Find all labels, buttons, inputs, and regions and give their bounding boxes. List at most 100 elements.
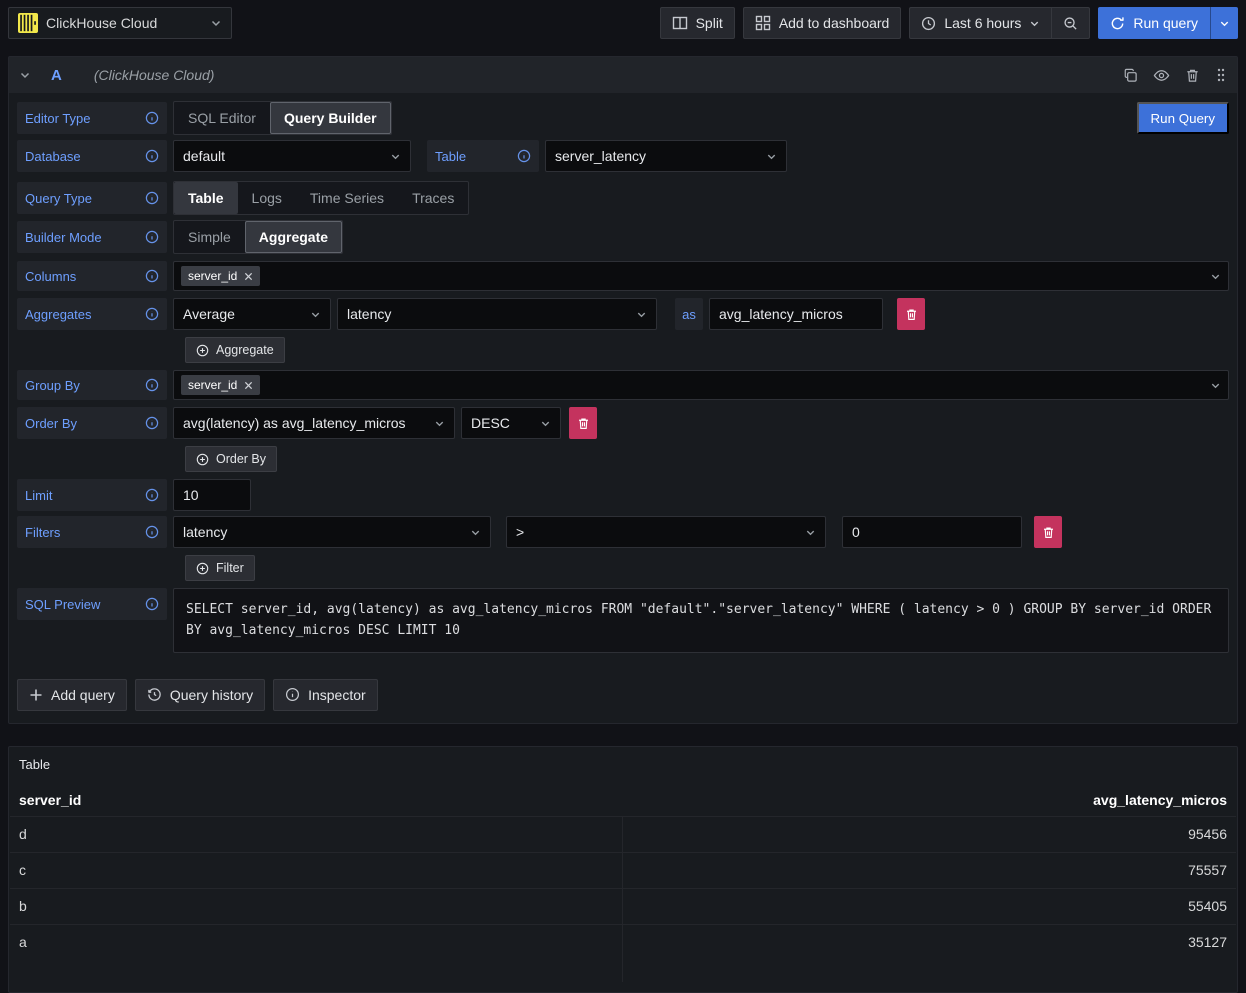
hide-query-eye-icon[interactable] [1153, 67, 1170, 84]
column-header-server-id[interactable]: server_id [10, 792, 623, 808]
info-icon [145, 597, 159, 611]
group-by-chip: server_id [181, 375, 260, 395]
query-datasource-hint: (ClickHouse Cloud) [94, 67, 215, 83]
collapse-chevron-icon[interactable] [19, 69, 31, 81]
table-label: Table [427, 140, 539, 172]
remove-query-trash-icon[interactable] [1185, 68, 1200, 83]
remove-filter-button[interactable] [1034, 516, 1062, 548]
history-icon [147, 687, 162, 702]
query-type-table[interactable]: Table [174, 182, 238, 214]
query-footer: Add query Query history Inspector [17, 679, 1229, 711]
dashboard-grid-icon [755, 15, 771, 31]
table-header-row: server_id avg_latency_micros [10, 784, 1236, 816]
query-type-label: Query Type [17, 182, 167, 214]
limit-input[interactable]: 10 [173, 479, 251, 511]
order-by-direction-select[interactable]: DESC [461, 407, 561, 439]
chevron-down-icon [390, 151, 401, 162]
filters-label: Filters [17, 516, 167, 548]
query-history-button[interactable]: Query history [135, 679, 265, 711]
aggregates-label: Aggregates [17, 298, 167, 330]
info-icon [517, 149, 531, 163]
cell-avg-latency: 75557 [623, 853, 1236, 888]
clickhouse-logo-icon [18, 13, 38, 33]
table-select[interactable]: server_latency [545, 140, 787, 172]
query-type-time-series[interactable]: Time Series [296, 182, 398, 214]
add-order-by-button[interactable]: Order By [185, 446, 277, 472]
info-icon [145, 488, 159, 502]
order-by-label: Order By [17, 407, 167, 439]
sql-preview-text: SELECT server_id, avg(latency) as avg_la… [173, 588, 1229, 653]
group-by-multiselect[interactable]: server_id [173, 370, 1229, 400]
builder-mode-simple[interactable]: Simple [174, 221, 245, 253]
filter-field-select[interactable]: latency [173, 516, 491, 548]
zoom-out-time-button[interactable] [1051, 7, 1090, 39]
trash-icon [1042, 526, 1055, 539]
time-range-label: Last 6 hours [944, 15, 1021, 31]
table-row: d 95456 [10, 816, 1236, 852]
drag-handle-icon[interactable] [1215, 67, 1227, 83]
add-to-dashboard-button[interactable]: Add to dashboard [743, 7, 902, 39]
run-query-label: Run query [1133, 15, 1198, 31]
query-type-logs[interactable]: Logs [238, 182, 296, 214]
info-icon [145, 269, 159, 283]
aggregate-function-select[interactable]: Average [173, 298, 331, 330]
query-ref-id: A [51, 67, 62, 84]
add-aggregate-button[interactable]: Aggregate [185, 337, 285, 363]
chevron-down-icon [540, 418, 551, 429]
chevron-down-icon [434, 418, 445, 429]
split-button[interactable]: Split [660, 7, 735, 39]
remove-chip-icon[interactable] [244, 272, 253, 281]
columns-multiselect[interactable]: server_id [173, 261, 1229, 291]
info-icon [145, 191, 159, 205]
add-query-button[interactable]: Add query [17, 679, 127, 711]
filter-value-input[interactable]: 0 [842, 516, 1022, 548]
sql-preview-label: SQL Preview [17, 588, 167, 620]
columns-label: Columns [17, 261, 167, 291]
editor-type-query-builder[interactable]: Query Builder [270, 102, 391, 134]
chevron-down-icon [636, 309, 647, 320]
inspector-button[interactable]: Inspector [273, 679, 378, 711]
add-filter-button[interactable]: Filter [185, 555, 255, 581]
table-row: c 75557 [10, 852, 1236, 888]
cell-server-id: d [10, 817, 623, 852]
columns-chip: server_id [181, 266, 260, 286]
query-type-radio-group: Table Logs Time Series Traces [173, 181, 469, 215]
info-icon [145, 230, 159, 244]
duplicate-query-icon[interactable] [1123, 68, 1138, 83]
zoom-out-icon [1063, 16, 1078, 31]
database-select[interactable]: default [173, 140, 411, 172]
info-icon [145, 416, 159, 430]
remove-aggregate-button[interactable] [897, 298, 925, 330]
time-range-picker[interactable]: Last 6 hours [909, 7, 1052, 39]
datasource-picker[interactable]: ClickHouse Cloud [8, 7, 232, 39]
query-editor-panel: A (ClickHouse Cloud) [8, 56, 1238, 724]
info-icon [145, 307, 159, 321]
run-query-options-caret[interactable] [1210, 7, 1238, 39]
remove-order-by-button[interactable] [569, 407, 597, 439]
split-icon [672, 15, 688, 31]
add-to-dashboard-label: Add to dashboard [779, 15, 890, 31]
run-query-split-button[interactable]: Run query [1098, 7, 1238, 39]
cell-server-id: c [10, 853, 623, 888]
clock-icon [921, 16, 936, 31]
query-type-traces[interactable]: Traces [398, 182, 468, 214]
chevron-down-icon [210, 17, 222, 29]
chevron-down-icon [310, 309, 321, 320]
aggregate-alias-input[interactable]: avg_latency_micros [709, 298, 883, 330]
plus-icon [29, 688, 43, 702]
builder-mode-aggregate[interactable]: Aggregate [245, 221, 342, 253]
order-by-field-select[interactable]: avg(latency) as avg_latency_micros [173, 407, 455, 439]
filter-operator-select[interactable]: > [506, 516, 826, 548]
cell-avg-latency: 55405 [623, 889, 1236, 924]
chevron-down-icon [766, 151, 777, 162]
column-header-avg-latency[interactable]: avg_latency_micros [623, 792, 1236, 808]
table-row: a 35127 [10, 924, 1236, 960]
run-query-editor-button[interactable]: Run Query [1137, 102, 1229, 134]
builder-mode-label: Builder Mode [17, 221, 167, 253]
remove-chip-icon[interactable] [244, 381, 253, 390]
trash-icon [905, 308, 918, 321]
aggregate-column-select[interactable]: latency [337, 298, 657, 330]
editor-type-sql-editor[interactable]: SQL Editor [174, 102, 270, 134]
info-icon [145, 525, 159, 539]
info-circle-icon [285, 687, 300, 702]
